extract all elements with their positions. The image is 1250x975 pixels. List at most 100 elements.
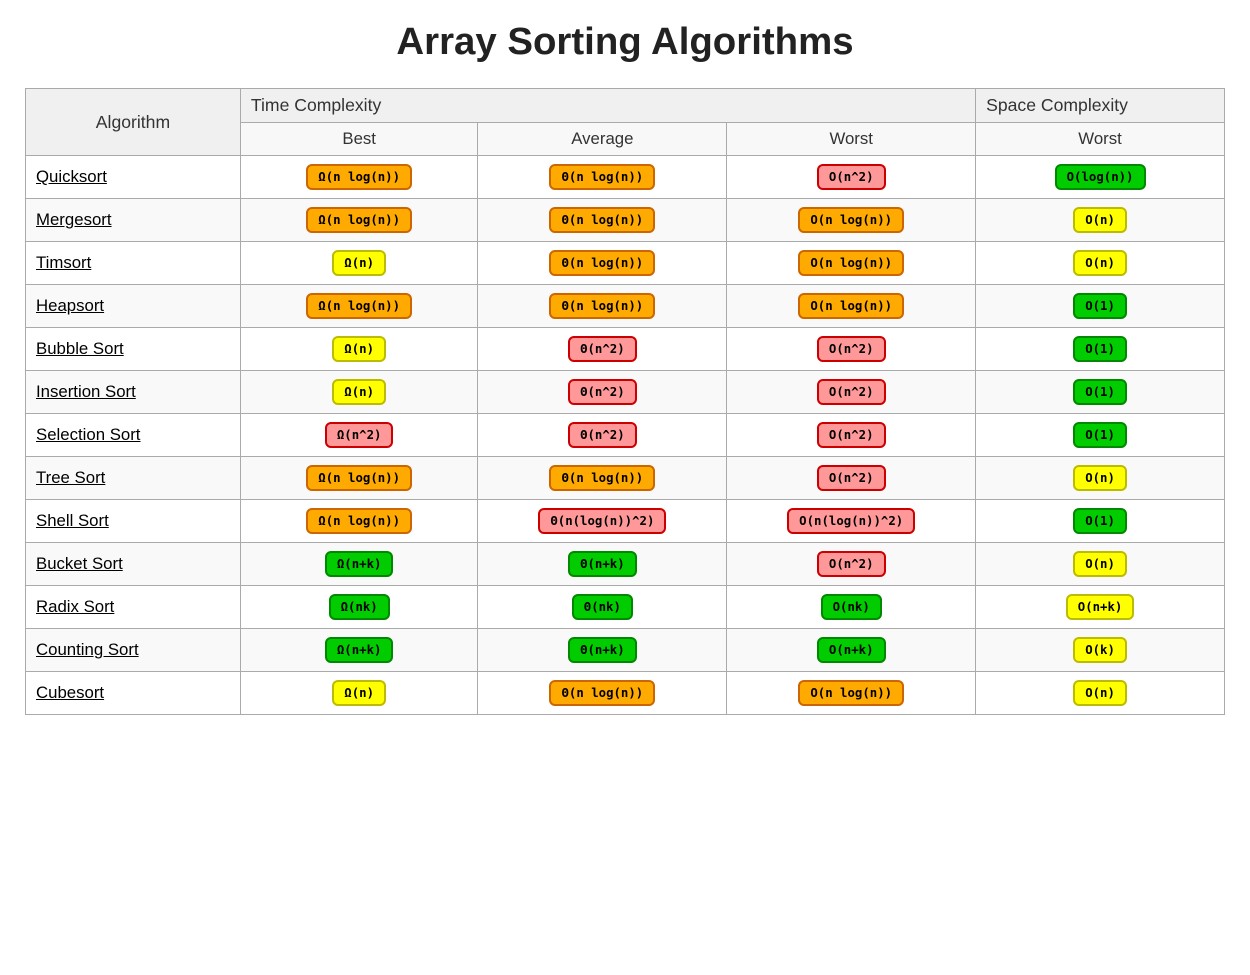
algo-name-cell[interactable]: Tree Sort xyxy=(26,457,241,500)
cell-space: O(n) xyxy=(976,457,1225,500)
cell-worst: O(n log(n)) xyxy=(727,242,976,285)
badge-worst: O(n^2) xyxy=(817,379,886,405)
cell-average: Θ(n log(n)) xyxy=(478,457,727,500)
algo-link[interactable]: Timsort xyxy=(36,253,91,272)
cell-best: Ω(nk) xyxy=(240,586,478,629)
badge-best: Ω(n) xyxy=(332,250,386,276)
algo-name-cell[interactable]: Cubesort xyxy=(26,672,241,715)
badge-best: Ω(n^2) xyxy=(325,422,394,448)
algo-name-cell[interactable]: Timsort xyxy=(26,242,241,285)
badge-worst: O(n^2) xyxy=(817,551,886,577)
badge-worst: O(n^2) xyxy=(817,164,886,190)
badge-space: O(1) xyxy=(1073,422,1127,448)
badge-worst: O(n log(n)) xyxy=(798,250,904,276)
badge-space: O(1) xyxy=(1073,336,1127,362)
cell-worst: O(n log(n)) xyxy=(727,285,976,328)
cell-average: Θ(n log(n)) xyxy=(478,156,727,199)
algo-link[interactable]: Mergesort xyxy=(36,210,112,229)
algo-name-cell[interactable]: Mergesort xyxy=(26,199,241,242)
cell-average: Θ(n^2) xyxy=(478,328,727,371)
cell-space: O(k) xyxy=(976,629,1225,672)
badge-space: O(1) xyxy=(1073,508,1127,534)
cell-worst: O(n^2) xyxy=(727,414,976,457)
badge-best: Ω(n) xyxy=(332,379,386,405)
algo-link[interactable]: Selection Sort xyxy=(36,425,140,444)
cell-average: Θ(n+k) xyxy=(478,543,727,586)
badge-average: Θ(n log(n)) xyxy=(549,207,655,233)
cell-space: O(n) xyxy=(976,672,1225,715)
cell-worst: O(n(log(n))^2) xyxy=(727,500,976,543)
cell-worst: O(n^2) xyxy=(727,543,976,586)
badge-worst: O(n log(n)) xyxy=(798,207,904,233)
cell-space: O(1) xyxy=(976,371,1225,414)
algo-link[interactable]: Shell Sort xyxy=(36,511,109,530)
cell-best: Ω(n+k) xyxy=(240,629,478,672)
badge-average: Θ(n log(n)) xyxy=(549,680,655,706)
algo-name-cell[interactable]: Insertion Sort xyxy=(26,371,241,414)
cell-average: Θ(n log(n)) xyxy=(478,672,727,715)
table-row: Bubble SortΩ(n)Θ(n^2)O(n^2)O(1) xyxy=(26,328,1225,371)
cell-average: Θ(n log(n)) xyxy=(478,199,727,242)
cell-best: Ω(n) xyxy=(240,371,478,414)
algo-name-cell[interactable]: Shell Sort xyxy=(26,500,241,543)
header-row-top: Algorithm Time Complexity Space Complexi… xyxy=(26,89,1225,123)
algo-link[interactable]: Insertion Sort xyxy=(36,382,136,401)
algo-name-cell[interactable]: Bubble Sort xyxy=(26,328,241,371)
algo-link[interactable]: Tree Sort xyxy=(36,468,105,487)
col-algorithm: Algorithm xyxy=(26,89,241,156)
cell-worst: O(n log(n)) xyxy=(727,672,976,715)
cell-average: Θ(nk) xyxy=(478,586,727,629)
algo-link[interactable]: Radix Sort xyxy=(36,597,114,616)
algo-link[interactable]: Counting Sort xyxy=(36,640,139,659)
cell-best: Ω(n log(n)) xyxy=(240,156,478,199)
cell-best: Ω(n log(n)) xyxy=(240,500,478,543)
cell-space: O(n) xyxy=(976,242,1225,285)
badge-worst: O(n(log(n))^2) xyxy=(787,508,915,534)
badge-average: Θ(n log(n)) xyxy=(549,293,655,319)
algo-name-cell[interactable]: Heapsort xyxy=(26,285,241,328)
badge-best: Ω(n log(n)) xyxy=(306,164,412,190)
algo-name-cell[interactable]: Radix Sort xyxy=(26,586,241,629)
table-row: TimsortΩ(n)Θ(n log(n))O(n log(n))O(n) xyxy=(26,242,1225,285)
algo-link[interactable]: Heapsort xyxy=(36,296,104,315)
badge-average: Θ(n(log(n))^2) xyxy=(538,508,666,534)
badge-space: O(log(n)) xyxy=(1055,164,1146,190)
badge-average: Θ(n+k) xyxy=(568,551,637,577)
cell-worst: O(n+k) xyxy=(727,629,976,672)
cell-best: Ω(n) xyxy=(240,672,478,715)
col-space-complexity: Space Complexity xyxy=(976,89,1225,123)
badge-space: O(k) xyxy=(1073,637,1127,663)
cell-best: Ω(n+k) xyxy=(240,543,478,586)
badge-average: Θ(n^2) xyxy=(568,379,637,405)
badge-best: Ω(nk) xyxy=(329,594,390,620)
cell-space: O(n) xyxy=(976,543,1225,586)
badge-best: Ω(n) xyxy=(332,680,386,706)
table-row: Counting Sort Ω(n+k)Θ(n+k)O(n+k) O(k) xyxy=(26,629,1225,672)
cell-average: Θ(n log(n)) xyxy=(478,285,727,328)
algo-link[interactable]: Quicksort xyxy=(36,167,107,186)
cell-space: O(n) xyxy=(976,199,1225,242)
cell-worst: O(n^2) xyxy=(727,156,976,199)
algo-link[interactable]: Bubble Sort xyxy=(36,339,124,358)
table-row: Tree SortΩ(n log(n))Θ(n log(n))O(n^2)O(n… xyxy=(26,457,1225,500)
badge-best: Ω(n log(n)) xyxy=(306,508,412,534)
badge-worst: O(n^2) xyxy=(817,336,886,362)
cell-worst: O(n^2) xyxy=(727,371,976,414)
algo-name-cell[interactable]: Counting Sort xyxy=(26,629,241,672)
badge-worst: O(n log(n)) xyxy=(798,680,904,706)
algo-link[interactable]: Bucket Sort xyxy=(36,554,123,573)
algo-name-cell[interactable]: Selection Sort xyxy=(26,414,241,457)
table-row: MergesortΩ(n log(n))Θ(n log(n))O(n log(n… xyxy=(26,199,1225,242)
cell-space: O(n+k) xyxy=(976,586,1225,629)
algo-link[interactable]: Cubesort xyxy=(36,683,104,702)
algo-name-cell[interactable]: Bucket Sort xyxy=(26,543,241,586)
cell-best: Ω(n log(n)) xyxy=(240,457,478,500)
cell-average: Θ(n+k) xyxy=(478,629,727,672)
badge-best: Ω(n log(n)) xyxy=(306,293,412,319)
badge-worst: O(nk) xyxy=(821,594,882,620)
badge-space: O(n) xyxy=(1073,250,1127,276)
cell-best: Ω(n log(n)) xyxy=(240,285,478,328)
table-row: Radix Sort Ω(nk) Θ(nk) O(nk) O(n+k) xyxy=(26,586,1225,629)
algo-name-cell[interactable]: Quicksort xyxy=(26,156,241,199)
table-row: Selection SortΩ(n^2)Θ(n^2)O(n^2)O(1) xyxy=(26,414,1225,457)
